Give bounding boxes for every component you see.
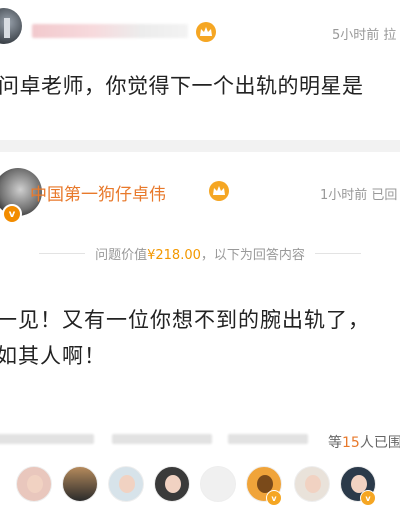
answer-card: v 中国第一狗仔卓伟 1小时前 已回 问题价值¥218.00，以下为回答内容 一…: [0, 152, 400, 508]
verified-v-icon: v: [2, 204, 22, 224]
onlooker-count[interactable]: 等15人已围: [328, 432, 400, 452]
question-text: 问卓老师，你觉得下一个出轨的明星是: [0, 74, 364, 98]
divider-line-right: [314, 252, 361, 254]
blurred-name: [228, 434, 308, 444]
question-card: 5小时前 拉 问卓老师，你觉得下一个出轨的明星是: [0, 0, 400, 140]
question-price: ¥218.00: [147, 247, 201, 263]
weibo-qa-screen: 5小时前 拉 问卓老师，你觉得下一个出轨的明星是 v 中国第一狗仔卓伟 1小时前…: [0, 0, 400, 508]
participant-avatar[interactable]: [16, 466, 52, 502]
participant-avatar[interactable]: [108, 466, 144, 502]
divider-line-left: [39, 252, 86, 254]
participant-avatar-default[interactable]: [200, 466, 236, 502]
participant-avatar[interactable]: [154, 466, 190, 502]
crown-badge-icon: [196, 22, 216, 42]
vip-badge-icon: v: [360, 490, 376, 506]
question-value-row: 问题价值¥218.00，以下为回答内容: [0, 242, 400, 264]
participant-avatar[interactable]: [62, 466, 98, 502]
participant-avatar[interactable]: [294, 466, 330, 502]
answer-time: 1小时前 已回: [320, 188, 398, 203]
question-value-text: 问题价值¥218.00，以下为回答内容: [95, 247, 305, 263]
crown-badge-icon: [209, 181, 229, 201]
vip-badge-icon: v: [266, 490, 282, 506]
blurred-name: [0, 434, 94, 444]
answer-line-1: 一见！又有一位你想不到的腕出轨了，: [0, 308, 370, 332]
asker-name-blurred: [32, 24, 188, 38]
participant-avatars: v v: [0, 466, 400, 506]
answer-line-2: 如其人啊！: [0, 344, 106, 368]
answerer-name[interactable]: 中国第一狗仔卓伟: [30, 180, 166, 205]
section-divider: [0, 140, 400, 152]
asker-avatar[interactable]: [0, 8, 22, 44]
blurred-name: [112, 434, 212, 444]
question-time: 5小时前 拉: [332, 28, 397, 43]
